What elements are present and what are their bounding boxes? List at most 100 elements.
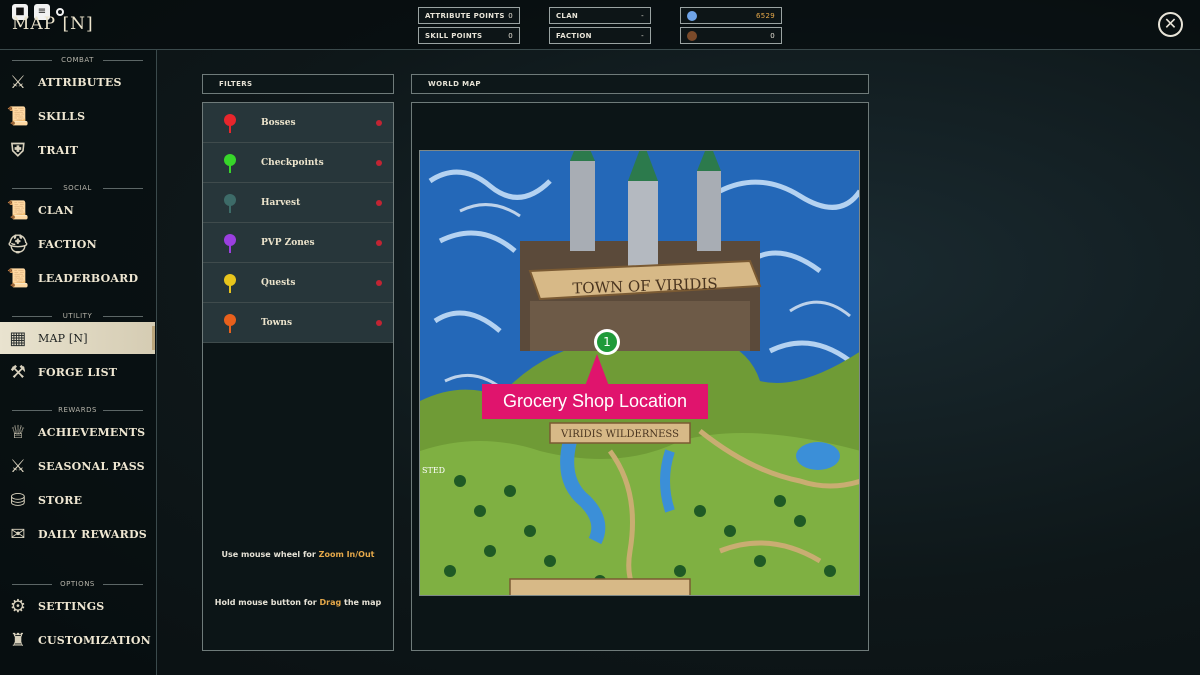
sidebar-item-label: SEASONAL PASS: [38, 459, 145, 473]
page-title: MAP [N]: [12, 14, 94, 34]
gift-icon: ✉: [10, 523, 26, 545]
filter-label: Harvest: [261, 197, 301, 208]
sidebar-item-seasonal-pass[interactable]: ⚔ SEASONAL PASS: [0, 450, 155, 482]
sidebar-item-customization[interactable]: ♜ CUSTOMIZATION: [0, 624, 155, 656]
hammer-icon: ⚒: [9, 361, 27, 383]
sidebar-item-trait[interactable]: ⛨ TRAIT: [0, 134, 155, 166]
filter-toggle-dot[interactable]: [376, 199, 382, 206]
sidebar: COMBAT ⚔ ATTRIBUTES 📜 SKILLS ⛨ TRAIT SOC…: [0, 50, 157, 675]
sidebar-item-store[interactable]: ⛁ STORE: [0, 484, 155, 516]
faction-label: FACTION: [556, 31, 592, 40]
pin-icon: [224, 313, 236, 333]
filter-pvp-zones[interactable]: PVP Zones: [203, 223, 393, 263]
section-utility: UTILITY: [0, 312, 155, 320]
sidebar-item-daily-rewards[interactable]: ✉ DAILY REWARDS: [0, 518, 155, 550]
sidebar-item-label: FACTION: [38, 237, 97, 251]
sidebar-item-faction[interactable]: ⛑ FACTION: [0, 228, 155, 260]
sidebar-item-forge-list[interactable]: ⚒ FORGE LIST: [0, 356, 155, 388]
top-bar: ■ ≡ MAP [N] ATTRIBUTE POINTS 0 SKILL POI…: [0, 0, 1200, 50]
clan-stat: CLAN -: [549, 7, 651, 24]
gear-icon: ⚙: [9, 595, 27, 617]
filter-toggle-dot[interactable]: [376, 239, 382, 246]
pin-icon: [224, 233, 236, 253]
sidebar-item-attributes[interactable]: ⚔ ATTRIBUTES: [0, 66, 155, 98]
scroll-icon: 📜: [6, 105, 30, 127]
gem-currency-value: 6529: [755, 11, 775, 20]
filter-label: Checkpoints: [261, 157, 324, 168]
filter-bosses[interactable]: Bosses: [203, 103, 393, 143]
gem-icon: [687, 10, 697, 21]
filters-heading: FILTERS: [202, 74, 394, 94]
sword-icon: ⚔: [9, 455, 27, 477]
map-edge-label: STED: [422, 466, 445, 475]
attribute-points-value: 0: [508, 11, 513, 20]
coins-icon: ⛁: [10, 489, 26, 511]
faction-value: -: [641, 31, 644, 40]
world-map-canvas[interactable]: TOWN OF VIRIDIS VIRIDIS WILDERNESS STED: [419, 150, 860, 596]
location-marker[interactable]: 1: [594, 329, 620, 355]
filter-label: PVP Zones: [261, 237, 315, 248]
figure-icon: ♜: [9, 629, 27, 651]
sidebar-item-settings[interactable]: ⚙ SETTINGS: [0, 590, 155, 622]
filter-toggle-dot[interactable]: [376, 119, 382, 126]
sidebar-item-label: ATTRIBUTES: [38, 75, 122, 89]
coin-icon: [687, 30, 697, 41]
sword-icon: ⚔: [9, 71, 27, 93]
world-map-heading: WORLD MAP: [411, 74, 869, 94]
map-icon: ▦: [9, 327, 27, 349]
sidebar-item-label: ACHIEVEMENTS: [38, 425, 146, 439]
faction-stat: FACTION -: [549, 27, 651, 44]
sidebar-item-label: SETTINGS: [38, 599, 105, 613]
section-options: OPTIONS: [0, 580, 155, 588]
section-combat: COMBAT: [0, 56, 155, 64]
section-social: SOCIAL: [0, 184, 155, 192]
filter-harvest[interactable]: Harvest: [203, 183, 393, 223]
sidebar-item-label: CUSTOMIZATION: [38, 633, 151, 647]
skill-points-value: 0: [508, 31, 513, 40]
filters-panel: Bosses Checkpoints Harvest PVP Zones Que…: [202, 102, 394, 651]
pin-icon: [224, 153, 236, 173]
sidebar-item-label: SKILLS: [38, 109, 86, 123]
clan-value: -: [641, 11, 644, 20]
sidebar-item-label: DAILY REWARDS: [38, 527, 147, 541]
close-button[interactable]: ✕: [1158, 12, 1183, 37]
wilderness-banner-text: VIRIDIS WILDERNESS: [560, 429, 679, 440]
world-map-art: TOWN OF VIRIDIS VIRIDIS WILDERNESS STED: [420, 151, 859, 595]
pin-icon: [224, 113, 236, 133]
helmet-icon: ⛑: [6, 233, 30, 255]
sidebar-item-achievements[interactable]: ♕ ACHIEVEMENTS: [0, 416, 155, 448]
filter-label: Towns: [261, 317, 293, 328]
sidebar-item-label: STORE: [38, 493, 83, 507]
sidebar-item-label: FORGE LIST: [38, 365, 118, 379]
section-rewards: REWARDS: [0, 406, 155, 414]
filter-quests[interactable]: Quests: [203, 263, 393, 303]
filter-checkpoints[interactable]: Checkpoints: [203, 143, 393, 183]
sidebar-item-label: MAP [N]: [38, 331, 88, 345]
skill-points-stat: SKILL POINTS 0: [418, 27, 520, 44]
sidebar-item-map[interactable]: ▦ MAP [N]: [0, 322, 155, 354]
skill-points-label: SKILL POINTS: [425, 31, 483, 40]
callout-pointer: [585, 354, 609, 386]
sidebar-item-label: TRAIT: [38, 143, 79, 157]
sidebar-item-label: CLAN: [38, 203, 74, 217]
attribute-points-label: ATTRIBUTE POINTS: [425, 11, 505, 20]
sidebar-item-skills[interactable]: 📜 SKILLS: [0, 100, 155, 132]
sidebar-item-leaderboard[interactable]: 📜 LEADERBOARD: [0, 262, 155, 294]
filter-towns[interactable]: Towns: [203, 303, 393, 343]
sidebar-item-label: LEADERBOARD: [38, 271, 139, 285]
pin-icon: [224, 193, 236, 213]
drag-hint-highlight: Drag: [319, 598, 342, 607]
trophy-icon: ♕: [9, 421, 27, 443]
clan-label: CLAN: [556, 11, 579, 20]
pin-icon: [224, 273, 236, 293]
filter-toggle-dot[interactable]: [376, 319, 382, 326]
zoom-hint-highlight: Zoom In/Out: [318, 550, 375, 559]
filter-toggle-dot[interactable]: [376, 279, 382, 286]
scroll-icon: 📜: [6, 199, 30, 221]
coin-currency-value: 0: [770, 31, 775, 40]
filter-toggle-dot[interactable]: [376, 159, 382, 166]
filter-label: Quests: [261, 277, 296, 288]
armor-icon: ⛨: [11, 139, 25, 161]
sidebar-item-clan[interactable]: 📜 CLAN: [0, 194, 155, 226]
zoom-hint: Use mouse wheel for Zoom In/Out: [221, 550, 375, 559]
